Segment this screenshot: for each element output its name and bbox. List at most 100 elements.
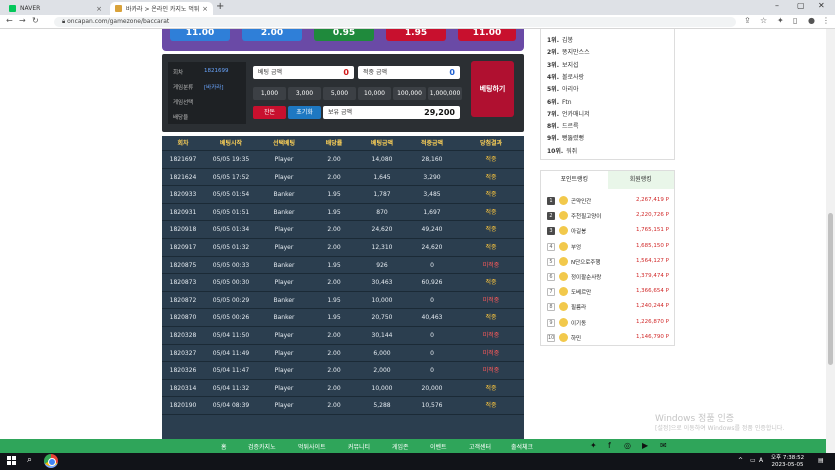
rank-item[interactable]: 2위. 똥지만스스 — [547, 47, 590, 56]
sidebar-icon[interactable]: ▯ — [793, 16, 797, 25]
score-button-0[interactable]: 11.00 — [170, 29, 230, 41]
rank-item[interactable]: 9위. 뻥뚫렸뻥 — [547, 133, 584, 142]
footer-gamezone-link[interactable]: 게임존 — [392, 442, 409, 451]
point-ranking-row[interactable]: 2 주천필고양이 2,220,726 P — [547, 211, 669, 221]
chrome-taskbar-icon[interactable] — [44, 454, 58, 468]
cell-win-amount: 28,160 — [421, 156, 443, 163]
member-name: 도베르만 — [571, 290, 592, 297]
score-button-2[interactable]: 0.95 — [314, 29, 374, 41]
network-icon[interactable]: ▭ — [750, 457, 756, 464]
member-name: 아길봉 — [571, 229, 587, 236]
tray-chevron-icon[interactable]: ^ — [738, 457, 743, 464]
member-points: 1,379,474 P — [635, 273, 669, 279]
rank-item[interactable]: 5위. 아리아 — [547, 84, 579, 93]
reload-icon[interactable]: ↻ — [32, 16, 39, 25]
cell-round: 1820314 — [169, 384, 197, 392]
rank-item[interactable]: 10위. 워쥐 — [547, 146, 577, 155]
point-ranking-row[interactable]: 1 곤약인간 2,267,419 P — [547, 196, 669, 206]
share-icon[interactable]: ⇪ — [744, 16, 751, 25]
mail-icon[interactable]: ✉ — [660, 441, 667, 450]
point-ranking-row[interactable]: 6 정이팔순사랑 1,379,474 P — [547, 272, 669, 282]
cell-round: 1820933 — [169, 191, 197, 199]
point-ranking-row[interactable]: 4 부엉 1,685,150 P — [547, 241, 669, 252]
cell-win-amount: 10,576 — [421, 402, 443, 410]
footer-attendance-link[interactable]: 출석체크 — [511, 442, 533, 451]
twitter-icon[interactable]: ✦ — [590, 441, 597, 450]
point-ranking-row[interactable]: 7 도베르만 1,366,654 P — [547, 287, 669, 297]
footer-event-link[interactable]: 이벤트 — [430, 442, 447, 451]
chip-1000-button[interactable]: 1,000 — [253, 87, 286, 100]
place-bet-button[interactable]: 베팅하기 — [471, 61, 514, 117]
cell-bet-amount: 20,750 — [371, 314, 393, 322]
menu-icon[interactable]: ⋮ — [822, 16, 830, 25]
rank-item[interactable]: 3위. 보지섭 — [547, 60, 579, 69]
info-label: 회차 — [173, 70, 184, 76]
extensions-icon[interactable]: ✦ — [777, 16, 784, 25]
taskbar-clock[interactable]: 오후 7:38:52 2023-05-05 — [771, 455, 804, 469]
close-icon[interactable]: × — [96, 5, 102, 13]
cell-start: 05/05 00:30 — [212, 279, 250, 287]
ime-lang-indicator[interactable]: A — [759, 457, 763, 464]
chip-5000-button[interactable]: 5,000 — [323, 87, 356, 100]
score-button-4[interactable]: 11.00 — [458, 29, 516, 41]
window-close-icon[interactable]: ✕ — [818, 1, 825, 10]
youtube-icon[interactable]: ▶ — [642, 441, 648, 450]
win-amount-field[interactable]: 적중 금액 0 — [358, 66, 460, 79]
chip-3000-button[interactable]: 3,000 — [288, 87, 321, 100]
tab-point-ranking[interactable]: 포인트랭킹 — [541, 171, 608, 189]
notification-icon[interactable]: ▤ — [818, 457, 824, 464]
point-ranking-row[interactable]: 9 이기동 1,226,870 P — [547, 317, 669, 328]
point-ranking-row[interactable]: 3 아길봉 1,765,151 P — [547, 226, 669, 236]
chip-100000-button[interactable]: 100,000 — [393, 87, 426, 100]
change-button[interactable]: 잔돈 — [253, 106, 286, 119]
rank-item[interactable]: 6위. Ftn — [547, 97, 572, 106]
rank-item[interactable]: 1위. 김봉 — [547, 35, 573, 44]
rank-number: 4위. — [547, 73, 559, 81]
rank-item[interactable]: 4위. 볼로사랑 — [547, 72, 584, 81]
footer-verified-casino-link[interactable]: 검증카지노 — [248, 442, 276, 451]
chip-1000000-button[interactable]: 1,000,000 — [428, 87, 462, 100]
scrollbar-thumb[interactable] — [828, 213, 833, 365]
member-points: 1,765,151 P — [635, 227, 669, 234]
bet-amount-label: 베팅 금액 — [258, 69, 282, 76]
search-icon[interactable]: ⌕ — [27, 455, 32, 465]
windows-start-icon[interactable] — [7, 456, 17, 466]
tab-member-ranking[interactable]: 회원랭킹 — [607, 171, 674, 189]
chip-10000-button[interactable]: 10,000 — [358, 87, 391, 100]
point-ranking-row[interactable]: 10 하민 1,146,790 P — [547, 332, 669, 343]
cell-round: 1820190 — [169, 402, 197, 410]
score-button-1[interactable]: 2.00 — [242, 29, 302, 41]
close-icon[interactable]: × — [202, 5, 208, 13]
page-scrollbar[interactable] — [826, 29, 835, 453]
rank-list: 1위. 김봉 2위. 똥지만스스 3위. 보지섭 4위. 볼로사랑 5위. 아리아 6위. Ftn 7위… — [540, 29, 675, 160]
profile-icon[interactable]: ● — [808, 16, 815, 25]
footer-community-link[interactable]: 커뮤니티 — [348, 442, 370, 451]
bet-amount-field[interactable]: 베팅 금액 0 — [253, 66, 354, 79]
cell-selection: Player — [274, 279, 294, 287]
avatar-icon — [559, 317, 568, 327]
point-ranking-row[interactable]: 5 N단으로주행 1,564,127 P — [547, 256, 669, 267]
forward-icon[interactable]: → — [19, 16, 26, 25]
cell-selection: Banker — [273, 191, 295, 199]
maximize-icon[interactable]: ▢ — [797, 1, 805, 10]
url-input[interactable]: 🔒︎ oncapan.com/gamezone/baccarat — [54, 17, 736, 27]
score-button-3[interactable]: 1.95 — [386, 29, 446, 41]
tab-baccarat[interactable]: 바카라 > 온라인 카지노 먹튀 검... × — [110, 2, 213, 15]
rank-item[interactable]: 7위. 언카매니저 — [547, 109, 590, 118]
cell-bet-amount: 870 — [376, 208, 388, 216]
reset-button[interactable]: 초기화 — [288, 106, 321, 119]
footer-home-link[interactable]: 홈 — [221, 442, 227, 451]
footer-scam-sites-link[interactable]: 먹튀사이트 — [298, 442, 326, 451]
tab-naver[interactable]: NAVER × — [4, 2, 107, 15]
rank-item[interactable]: 8위. 드르륵 — [547, 121, 579, 130]
facebook-icon[interactable]: f — [608, 441, 611, 450]
new-tab-icon[interactable]: + — [216, 1, 224, 12]
minimize-icon[interactable]: – — [775, 1, 779, 10]
cell-selection: Banker — [273, 261, 295, 269]
footer-support-link[interactable]: 고객센터 — [469, 442, 491, 451]
instagram-icon[interactable]: ◎ — [624, 441, 631, 450]
point-ranking-row[interactable]: 8 필름라 1,240,244 P — [547, 302, 669, 312]
bookmark-star-icon[interactable]: ☆ — [760, 16, 767, 25]
back-icon[interactable]: ← — [6, 16, 13, 25]
cell-win-amount: 24,620 — [421, 243, 443, 251]
